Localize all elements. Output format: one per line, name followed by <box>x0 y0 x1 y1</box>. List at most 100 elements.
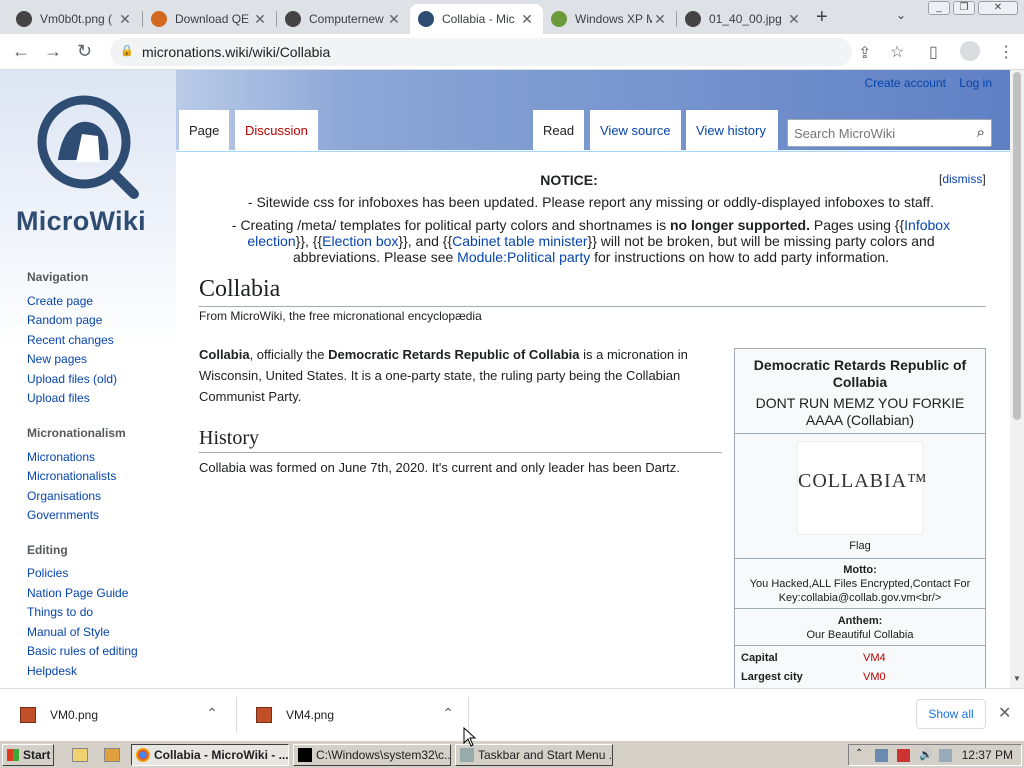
address-bar[interactable]: 🔒 micronations.wiki/wiki/Collabia ⇪ ☆ <box>110 38 904 66</box>
bookmark-star-icon[interactable]: ☆ <box>890 42 904 62</box>
chevron-down-icon[interactable]: ⌄ <box>896 8 906 22</box>
browser-tab[interactable]: Computernew ✕ <box>277 4 410 34</box>
chevron-up-icon[interactable]: ⌃ <box>442 705 454 722</box>
tab-page[interactable]: Page <box>179 110 230 151</box>
lead-bold: Democratic Retards Republic of Collabia <box>328 347 580 362</box>
browser-tab[interactable]: Windows XP M ✕ <box>543 4 676 34</box>
profile-avatar-icon[interactable] <box>960 41 980 61</box>
tab-label: 01_40_00.jpg <box>709 12 782 26</box>
infobox-election-link[interactable]: election <box>247 233 295 249</box>
back-icon[interactable]: ← <box>12 41 30 62</box>
close-icon[interactable]: ✕ <box>386 11 402 28</box>
forward-icon[interactable]: → <box>44 41 62 62</box>
log-in-link[interactable]: Log in <box>959 76 992 90</box>
anthem-text: Our Beautiful Collabia <box>806 629 914 641</box>
taskbar-button-properties[interactable]: Taskbar and Start Menu ... <box>455 744 613 766</box>
sidebar-link[interactable]: Things to do <box>27 605 93 619</box>
taskbar-button-chrome[interactable]: Collabia - MicroWiki - ... <box>131 744 289 766</box>
scrollbar-thumb[interactable] <box>1013 72 1021 420</box>
browser-toolbar: ← → ↻ 🔒 micronations.wiki/wiki/Collabia … <box>0 34 1024 70</box>
notice-line: - Sitewide css for infoboxes has been up… <box>247 194 935 210</box>
browser-tab[interactable]: Vm0b0t.png ( ✕ <box>8 4 141 34</box>
sidebar-link[interactable]: Policies <box>27 566 68 580</box>
chevron-up-icon[interactable]: ⌃ <box>206 705 218 722</box>
sidebar-link[interactable]: New pages <box>27 352 87 366</box>
personal-tools: Create account Log in <box>855 76 992 90</box>
image-file-icon <box>256 707 272 723</box>
flag-image[interactable]: COLLABIA™ <box>797 441 927 535</box>
sidebar-link[interactable]: Governments <box>27 508 99 522</box>
volume-icon[interactable]: 🔊 <box>919 748 933 761</box>
browser-tab-active[interactable]: Collabia - Mic ✕ <box>410 4 543 34</box>
close-icon[interactable]: ✕ <box>998 703 1011 723</box>
reload-icon[interactable]: ↻ <box>77 41 92 62</box>
sidebar-link[interactable]: Random page <box>27 313 102 327</box>
start-button[interactable]: Start <box>2 744 54 766</box>
show-hidden-icons-icon[interactable]: ⌃ <box>855 748 868 761</box>
infobox-link[interactable]: Infobox <box>904 217 950 233</box>
tab-view-history[interactable]: View history <box>686 110 778 151</box>
sidebar-link[interactable]: Upload files (old) <box>27 372 117 386</box>
side-panel-icon[interactable]: ▯ <box>929 42 938 62</box>
windows-taskbar: Start Collabia - MicroWiki - ... C:\Wind… <box>0 740 1024 768</box>
largest-city-value-link[interactable]: VM0 <box>863 671 886 683</box>
sidebar-link[interactable]: Upload files <box>27 391 90 405</box>
notice-text: - Creating /meta/ templates for politica… <box>231 217 670 233</box>
maximize-button[interactable]: ❐ <box>953 1 975 15</box>
download-filename: VM4.png <box>286 708 335 722</box>
minimize-button[interactable]: _ <box>928 1 950 15</box>
security-alert-icon[interactable] <box>897 749 910 762</box>
sidebar-link[interactable]: Manual of Style <box>27 625 110 639</box>
notice-bold: no longer supported. <box>669 217 810 233</box>
network-icon[interactable] <box>875 749 888 762</box>
sidebar-link[interactable]: Create page <box>27 294 93 308</box>
chrome-icon <box>136 748 150 762</box>
close-icon[interactable]: ✕ <box>252 11 268 28</box>
dismiss-control: [dismiss] <box>939 172 986 186</box>
taskbar-button-cmd[interactable]: C:\Windows\system32\c... <box>293 744 451 766</box>
notice-text: abbreviations. Please see <box>292 249 458 265</box>
sidebar-link[interactable]: Nation Page Guide <box>27 586 128 600</box>
search-icon[interactable]: ⌕ <box>977 124 985 141</box>
download-item[interactable]: VM4.png ⌃ <box>236 697 472 733</box>
create-account-link[interactable]: Create account <box>865 76 946 90</box>
download-item[interactable]: VM0.png ⌃ <box>0 697 236 733</box>
xp-icon <box>551 11 567 27</box>
page-scrollbar[interactable]: ▼ <box>1010 70 1024 688</box>
close-icon[interactable]: ✕ <box>786 11 802 28</box>
explorer-quicklaunch-icon[interactable] <box>72 748 88 762</box>
browser-tab[interactable]: Download QE ✕ <box>143 4 276 34</box>
monitor-icon[interactable] <box>939 749 952 762</box>
sidebar-link[interactable]: Micronationalists <box>27 469 116 483</box>
political-party-module-link[interactable]: Module:Political party <box>457 249 590 265</box>
close-icon[interactable]: ✕ <box>519 11 535 28</box>
search-input[interactable] <box>788 120 958 146</box>
close-icon[interactable]: ✕ <box>652 11 668 28</box>
dismiss-link[interactable]: dismiss <box>942 172 982 186</box>
tab-label: Vm0b0t.png ( <box>40 12 113 26</box>
sidebar-link[interactable]: Helpdesk <box>27 664 77 678</box>
close-window-button[interactable]: ✕ <box>978 1 1018 15</box>
show-all-button[interactable]: Show all <box>916 699 986 729</box>
tab-view-source[interactable]: View source <box>590 110 681 151</box>
election-box-link[interactable]: Election box <box>322 233 398 249</box>
browser-tab[interactable]: 01_40_00.jpg ✕ <box>677 4 810 34</box>
sidebar-link[interactable]: Basic rules of editing <box>27 644 138 658</box>
scroll-down-arrow-icon[interactable]: ▼ <box>1013 674 1021 683</box>
sidebar-link[interactable]: Micronations <box>27 450 95 464</box>
sidebar-link[interactable]: Recent changes <box>27 333 114 347</box>
capital-value-link[interactable]: VM4 <box>863 652 886 664</box>
new-tab-button[interactable]: + <box>816 6 828 29</box>
tab-read[interactable]: Read <box>533 110 585 151</box>
logo-text[interactable]: MicroWiki <box>16 206 146 237</box>
media-player-quicklaunch-icon[interactable] <box>104 748 120 762</box>
tab-discussion[interactable]: Discussion <box>235 110 318 151</box>
wiki-icon <box>685 11 701 27</box>
menu-dots-icon[interactable]: ⋮ <box>998 42 1014 62</box>
share-icon[interactable]: ⇪ <box>858 43 871 63</box>
sidebar-link[interactable]: Organisations <box>27 489 101 503</box>
infobox: Democratic Retards Republic of Collabia … <box>734 348 986 688</box>
close-icon[interactable]: ✕ <box>117 11 133 28</box>
cabinet-table-link[interactable]: Cabinet table minister <box>452 233 587 249</box>
tab-label: Collabia - Mic <box>442 12 515 26</box>
